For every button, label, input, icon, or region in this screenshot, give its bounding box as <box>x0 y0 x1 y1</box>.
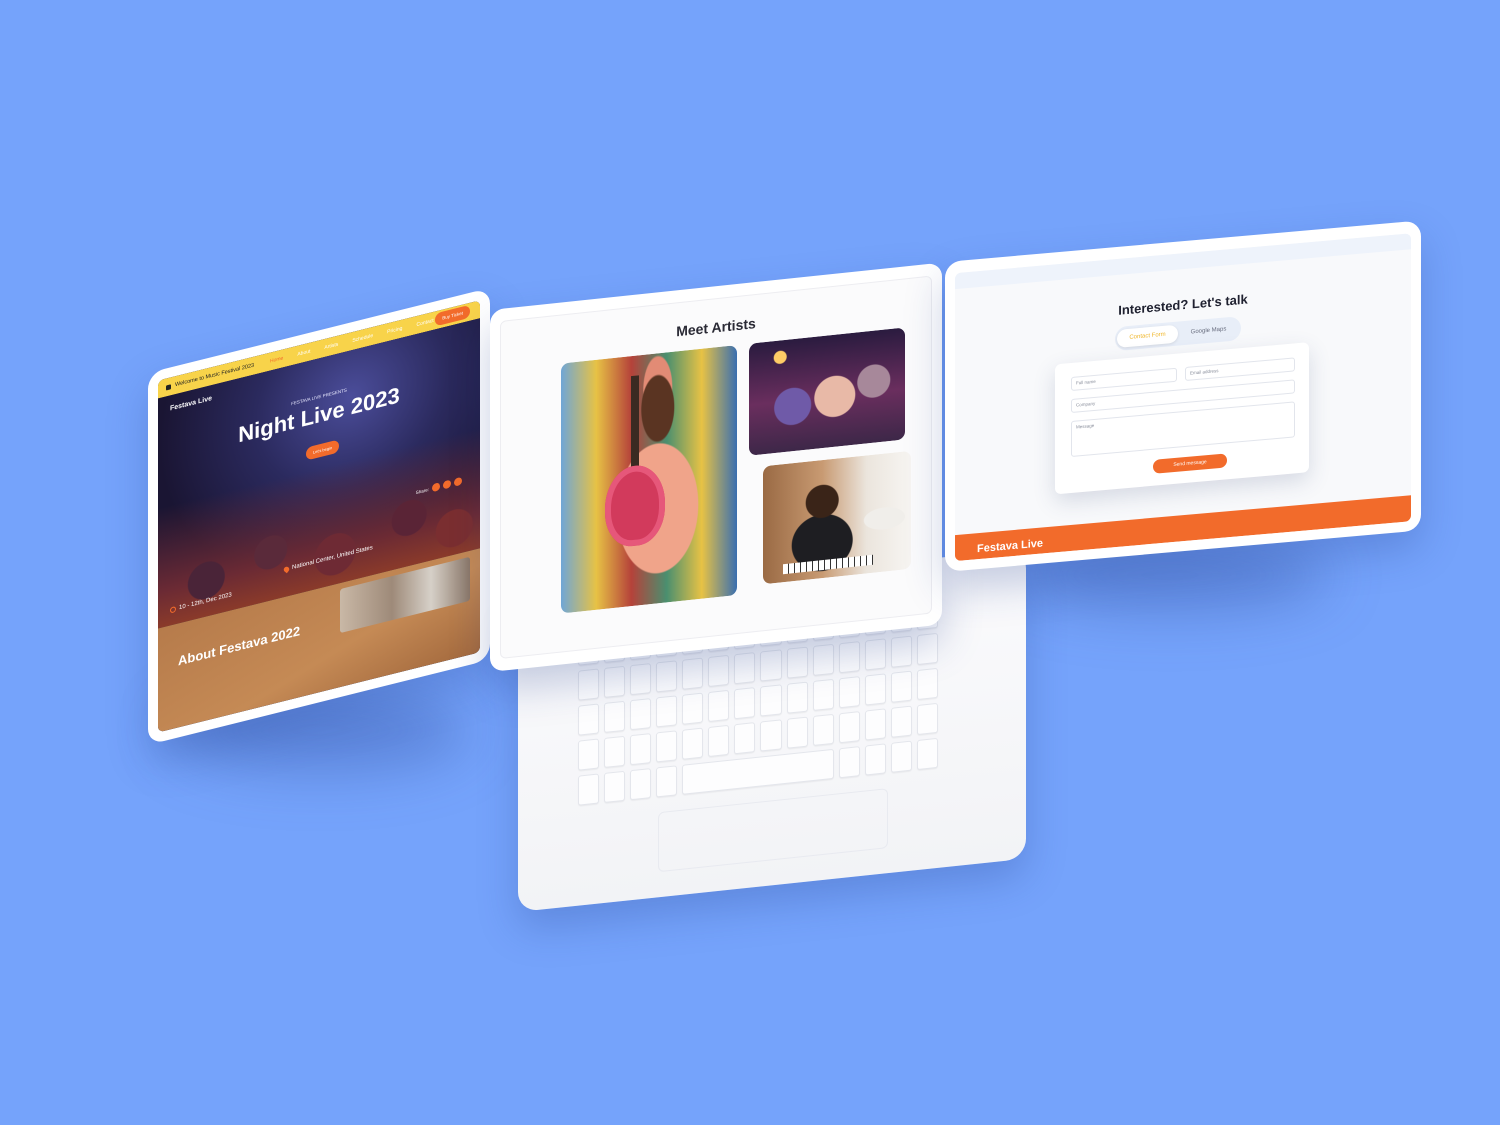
key <box>838 676 860 709</box>
key <box>708 689 730 722</box>
key <box>838 711 860 744</box>
key <box>682 727 704 760</box>
key <box>682 657 704 690</box>
key <box>812 713 834 747</box>
key <box>630 732 652 766</box>
left-tablet: Welcome to Music Festival 2023 Festava L… <box>148 287 490 745</box>
key <box>786 681 808 714</box>
key <box>760 684 782 717</box>
key <box>760 719 782 752</box>
lets-begin-button[interactable]: Let's begin <box>306 439 340 461</box>
footer-brand: Festava Live <box>977 537 1044 556</box>
artist-card-keyboardist[interactable] <box>763 450 911 585</box>
spacebar <box>682 748 834 795</box>
key <box>786 716 808 749</box>
piano-keys <box>783 554 873 575</box>
key <box>630 662 652 696</box>
key <box>890 740 912 773</box>
left-tablet-screen: Welcome to Music Festival 2023 Festava L… <box>158 300 480 733</box>
laptop-screen: Meet Artists <box>500 275 932 659</box>
top-strip <box>955 233 1411 290</box>
key <box>890 705 912 738</box>
key <box>656 660 678 693</box>
bolt-icon <box>166 383 171 391</box>
key <box>916 632 938 666</box>
main-nav: Home About Artists Schedule Pricing Cont… <box>270 318 434 365</box>
contact-tabs: Contact Form Google Maps <box>1115 316 1241 352</box>
artist-card-guitarist[interactable] <box>561 345 737 614</box>
key <box>656 695 678 728</box>
tab-google-maps[interactable]: Google Maps <box>1178 319 1239 342</box>
key <box>864 708 886 741</box>
key <box>604 735 626 768</box>
contact-form: Full name Email address Company Message … <box>1055 342 1309 495</box>
artist-card-band[interactable] <box>749 327 905 456</box>
guitar-neck <box>631 375 639 477</box>
key <box>890 670 912 703</box>
key <box>630 767 652 801</box>
key <box>578 773 600 806</box>
key <box>838 641 860 674</box>
key <box>734 722 756 755</box>
key <box>864 673 886 706</box>
key <box>604 700 626 733</box>
key <box>604 770 626 803</box>
full-name-field[interactable]: Full name <box>1071 367 1177 391</box>
key <box>604 665 626 698</box>
about-title: About Festava 2022 <box>178 623 301 669</box>
key <box>682 692 704 725</box>
guitar-body <box>605 462 665 549</box>
key <box>734 652 756 685</box>
laptop-lid: Meet Artists <box>490 262 942 672</box>
right-tablet: Interested? Let's talk Contact Form Goog… <box>945 220 1421 572</box>
key <box>656 730 678 763</box>
key <box>812 678 834 712</box>
key <box>734 687 756 720</box>
key <box>916 737 938 771</box>
key <box>630 697 652 731</box>
key <box>578 703 600 736</box>
key <box>708 654 730 687</box>
key <box>708 724 730 757</box>
key <box>838 746 860 779</box>
tab-contact-form[interactable]: Contact Form <box>1117 324 1178 348</box>
right-tablet-screen: Interested? Let's talk Contact Form Goog… <box>955 233 1411 562</box>
key <box>578 738 600 771</box>
key <box>786 646 808 679</box>
key <box>916 667 938 701</box>
email-field[interactable]: Email address <box>1185 357 1295 382</box>
key <box>812 643 834 677</box>
key <box>864 638 886 671</box>
key <box>916 702 938 736</box>
send-message-button[interactable]: Send message <box>1153 453 1227 474</box>
trackpad <box>658 788 888 873</box>
key <box>578 668 600 701</box>
brand-logo[interactable]: Festava Live <box>170 395 212 412</box>
key <box>890 635 912 668</box>
key <box>760 649 782 682</box>
key <box>656 765 678 798</box>
key <box>864 743 886 776</box>
